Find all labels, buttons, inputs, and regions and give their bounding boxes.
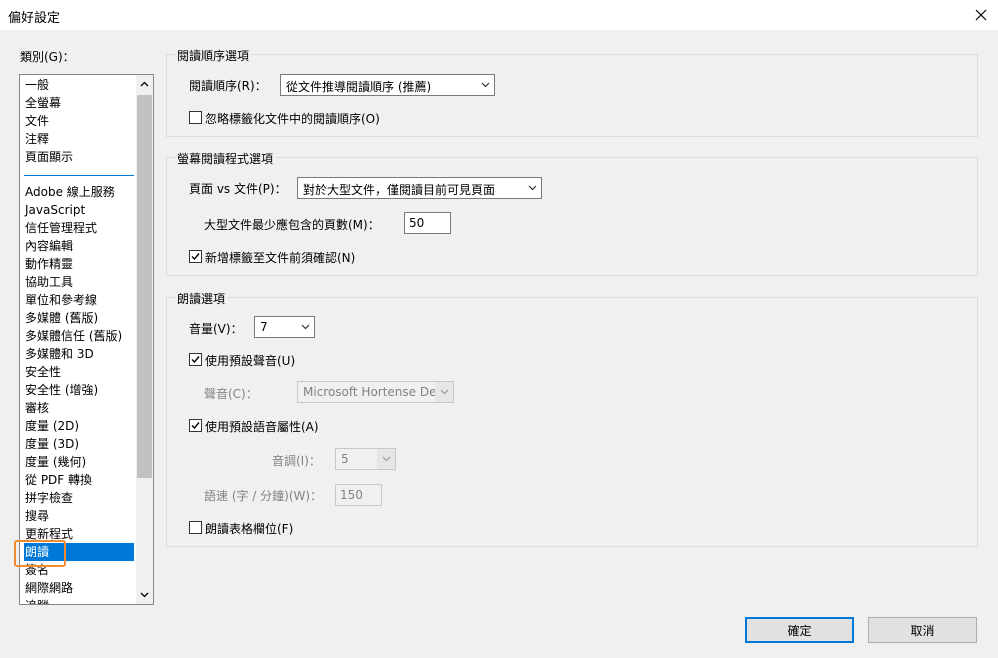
min-pages-input[interactable]: 50 — [404, 212, 451, 234]
category-item[interactable]: 協助工具 — [24, 273, 73, 291]
reading-order-label: 閱讀順序(R)： — [189, 79, 267, 93]
category-item[interactable]: 拼字檢查 — [24, 489, 73, 507]
default-speech-checkbox[interactable] — [189, 419, 202, 432]
volume-value: 7 — [260, 320, 268, 334]
rate-value: 150 — [340, 488, 363, 502]
category-item[interactable]: 追蹤 — [24, 597, 49, 604]
chevron-down-icon — [528, 185, 536, 191]
chevron-down-icon — [301, 324, 309, 330]
pages-vs-document-label: 頁面 vs 文件(P)： — [189, 182, 287, 196]
rate-input[interactable]: 150 — [335, 484, 382, 506]
checkmark-icon — [191, 253, 200, 261]
window-title: 偏好設定 — [8, 11, 61, 26]
reading-order-select[interactable]: 從文件推導閱讀順序 (推薦) — [280, 74, 495, 96]
volume-select[interactable]: 7 — [254, 316, 315, 338]
category-item[interactable]: 一般 — [24, 76, 49, 94]
category-list[interactable]: 一般 全螢幕 文件 注釋 頁面顯示 Adobe 線上服務 JavaScript 信任管理程式內… — [19, 74, 154, 605]
rate-label: 語速 (字 / 分鐘)(W)： — [204, 489, 323, 503]
checkmark-icon — [191, 356, 200, 364]
title-bar — [0, 0, 998, 30]
selection-highlight-box — [14, 540, 66, 567]
category-item[interactable]: 度量 (幾何) — [24, 453, 86, 471]
close-button[interactable] — [968, 2, 994, 28]
pages-vs-document-value: 對於大型文件，僅閱讀目前可見頁面 — [303, 183, 496, 197]
cancel-button[interactable]: 取消 — [868, 617, 977, 643]
category-item[interactable]: 度量 (2D) — [24, 417, 79, 435]
read-table-cells-checkbox[interactable] — [189, 521, 202, 534]
category-items: 一般 全螢幕 文件 注釋 頁面顯示 Adobe 線上服務 JavaScript 信任管理程式內… — [20, 75, 136, 604]
volume-label: 音量(V)： — [189, 322, 243, 336]
category-item[interactable]: 動作精靈 — [24, 255, 73, 273]
category-item[interactable]: 全螢幕 — [24, 94, 61, 112]
override-reading-order-label[interactable]: 忽略標籤化文件中的閱讀順序(O) — [205, 110, 380, 127]
default-speech-label[interactable]: 使用預設語音屬性(A) — [205, 418, 319, 435]
pitch-value: 5 — [341, 452, 349, 466]
category-item[interactable]: 多媒體信任 (舊版) — [24, 327, 122, 345]
read-out-loud-group-title: 朗讀選項 — [175, 290, 228, 307]
pages-vs-document-select[interactable]: 對於大型文件，僅閱讀目前可見頁面 — [297, 177, 542, 199]
category-label: 類別(G)： — [20, 50, 75, 64]
category-item[interactable]: 內容編輯 — [24, 237, 73, 255]
chevron-down-icon — [440, 389, 448, 395]
category-item[interactable]: Adobe 線上服務 — [24, 183, 115, 201]
min-pages-value: 50 — [409, 216, 425, 230]
category-item[interactable]: 搜尋 — [24, 507, 49, 525]
scroll-up-button[interactable] — [136, 75, 153, 93]
category-item[interactable]: 度量 (3D) — [24, 435, 79, 453]
category-separator — [24, 175, 134, 176]
chevron-down-icon — [481, 82, 489, 88]
min-pages-label: 大型文件最少應包含的頁數(M)： — [204, 218, 380, 232]
scroll-down-button[interactable] — [136, 586, 153, 604]
read-table-cells-label[interactable]: 朗讀表格欄位(F) — [205, 520, 293, 537]
category-item[interactable]: 從 PDF 轉換 — [24, 471, 92, 489]
screen-reader-group-title: 螢幕閱讀程式選項 — [175, 150, 276, 167]
scrollbar-thumb[interactable] — [137, 95, 152, 478]
category-item[interactable]: 注釋 — [24, 130, 49, 148]
category-item[interactable]: 信任管理程式 — [24, 219, 97, 237]
category-item[interactable]: JavaScript — [24, 201, 85, 219]
close-icon — [975, 9, 987, 21]
category-item[interactable]: 單位和參考線 — [24, 291, 97, 309]
category-item[interactable]: 安全性 (增強) — [24, 381, 98, 399]
confirm-tagging-checkbox[interactable] — [189, 250, 202, 263]
default-voice-checkbox[interactable] — [189, 353, 202, 366]
category-item[interactable]: 多媒體和 3D — [24, 345, 94, 363]
chevron-down-icon — [140, 592, 149, 598]
reading-order-value: 從文件推導閱讀順序 (推薦) — [286, 80, 432, 94]
override-reading-order-checkbox[interactable] — [189, 111, 202, 124]
category-item[interactable]: 網際網路 — [24, 579, 73, 597]
category-item[interactable]: 文件 — [24, 112, 49, 130]
category-item[interactable]: 多媒體 (舊版) — [24, 309, 98, 327]
confirm-tagging-label[interactable]: 新增標籤至文件前須確認(N) — [205, 249, 355, 266]
ok-button[interactable]: 確定 — [745, 617, 854, 643]
pitch-select[interactable]: 5 — [335, 448, 396, 470]
category-item[interactable]: 安全性 — [24, 363, 61, 381]
pitch-label: 音調(I)： — [272, 454, 321, 468]
chevron-down-icon — [382, 456, 390, 462]
category-item[interactable]: 審核 — [24, 399, 49, 417]
default-voice-label[interactable]: 使用預設聲音(U) — [205, 352, 295, 369]
voice-value: Microsoft Hortense Deskt — [303, 385, 435, 399]
category-item[interactable]: 頁面顯示 — [24, 148, 73, 166]
checkmark-icon — [191, 422, 200, 430]
reading-order-group-title: 閱讀順序選項 — [175, 47, 252, 64]
chevron-up-icon — [140, 81, 149, 87]
voice-label: 聲音(C)： — [204, 387, 258, 401]
voice-select[interactable]: Microsoft Hortense Deskt — [297, 381, 454, 403]
